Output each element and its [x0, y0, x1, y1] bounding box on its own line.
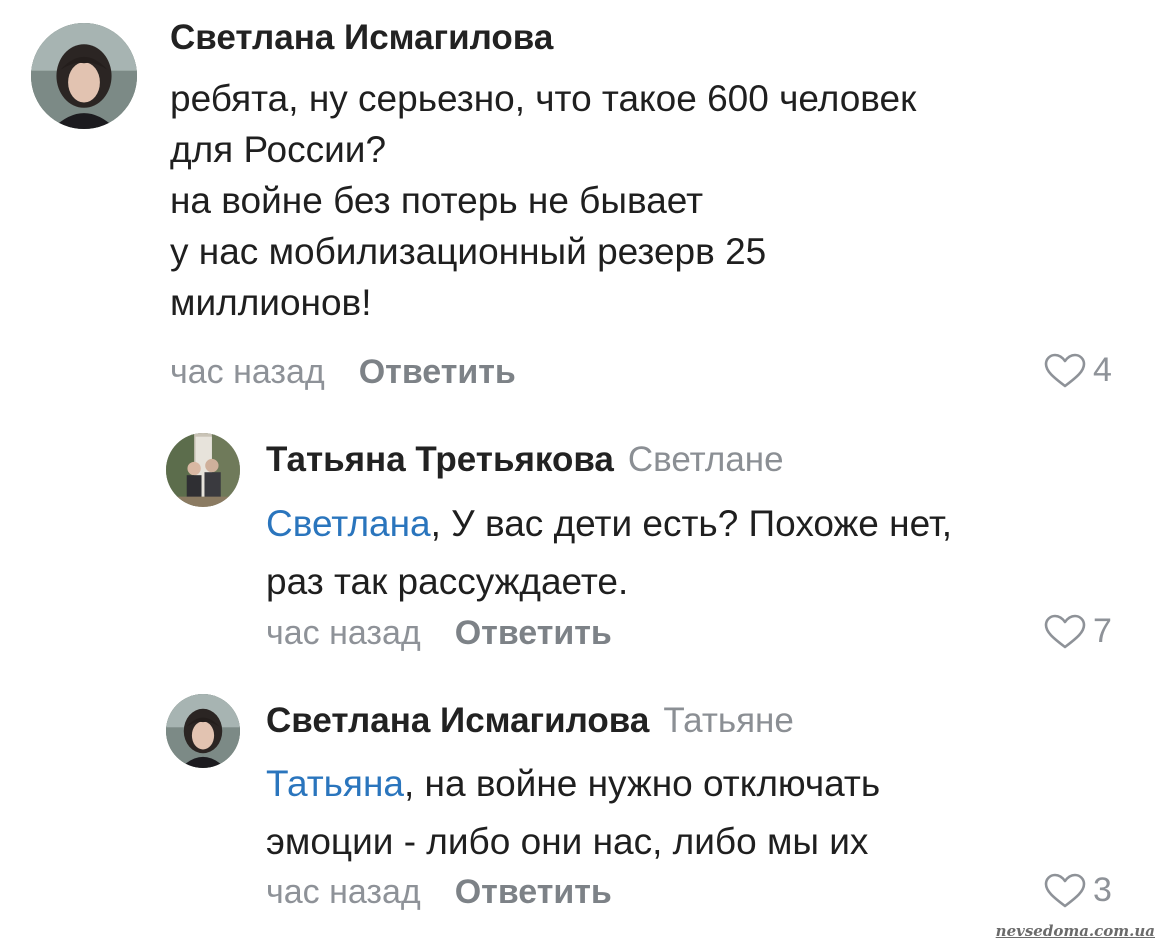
heart-outline-icon [1044, 353, 1086, 387]
user-mention-link[interactable]: Татьяна [266, 763, 404, 804]
reply-to-label[interactable]: Татьяне [663, 701, 794, 740]
comment-text-line: эмоции - либо они нас, либо мы их [266, 821, 869, 862]
like-button[interactable]: 3 [1043, 871, 1112, 910]
comment-text: Татьяна, на войне нужно отключать эмоции… [266, 755, 880, 871]
comment-text-line: у нас мобилизационный резерв 25 [170, 231, 767, 272]
comment-text-line: Татьяна, на войне нужно отключать [266, 755, 880, 813]
reply-button[interactable]: Ответить [359, 353, 516, 391]
comment-time: час назад [170, 353, 325, 391]
reply-to-label[interactable]: Светлане [628, 440, 784, 479]
watermark: nevsedoma.com.ua [995, 922, 1155, 940]
comment-text: ребята, ну серьезно, что такое 600 челов… [170, 73, 916, 328]
comment-author[interactable]: Светлана Исмагилова [170, 18, 553, 58]
like-button[interactable]: 4 [1043, 351, 1112, 390]
like-count: 7 [1093, 612, 1112, 650]
heart-outline-icon [1044, 614, 1086, 648]
comment-text-fragment: , У вас дети есть? Похоже нет, [430, 503, 953, 544]
author-name[interactable]: Светлана Исмагилова [266, 701, 649, 740]
avatar-image [31, 23, 137, 129]
heart-outline-icon [1044, 873, 1086, 907]
avatar[interactable] [31, 23, 137, 129]
comment-text-line: ребята, ну серьезно, что такое 600 челов… [170, 78, 917, 119]
comment-meta: час назад Ответить [266, 614, 612, 653]
comment-text-line: для России? [170, 129, 387, 170]
user-mention-link[interactable]: Светлана [266, 503, 431, 544]
comment-author: Светлана Исмагилова Татьяне [266, 701, 794, 741]
comment-time: час назад [266, 614, 421, 652]
comment-meta: час назад Ответить [170, 353, 516, 392]
avatar[interactable] [166, 433, 240, 507]
comment-text-line: миллионов! [170, 282, 372, 323]
avatar-image [166, 433, 240, 507]
comment-time: час назад [266, 873, 421, 911]
reply-button[interactable]: Ответить [455, 873, 612, 911]
like-count: 3 [1093, 871, 1112, 909]
reply-button[interactable]: Ответить [455, 614, 612, 652]
comment-author: Татьяна Третьякова Светлане [266, 440, 784, 480]
comment-text-line: на войне без потерь не бывает [170, 180, 704, 221]
like-button[interactable]: 7 [1043, 612, 1112, 651]
comment-text: Светлана, У вас дети есть? Похоже нет, р… [266, 495, 952, 611]
avatar-image [166, 694, 240, 768]
author-name[interactable]: Татьяна Третьякова [266, 440, 614, 479]
comment-text-fragment: , на войне нужно отключать [403, 763, 881, 804]
comment-text-line: раз так рассуждаете. [266, 561, 629, 602]
comment-text-line: Светлана, У вас дети есть? Похоже нет, [266, 495, 952, 553]
comment-meta: час назад Ответить [266, 873, 612, 912]
like-count: 4 [1093, 351, 1112, 389]
avatar[interactable] [166, 694, 240, 768]
